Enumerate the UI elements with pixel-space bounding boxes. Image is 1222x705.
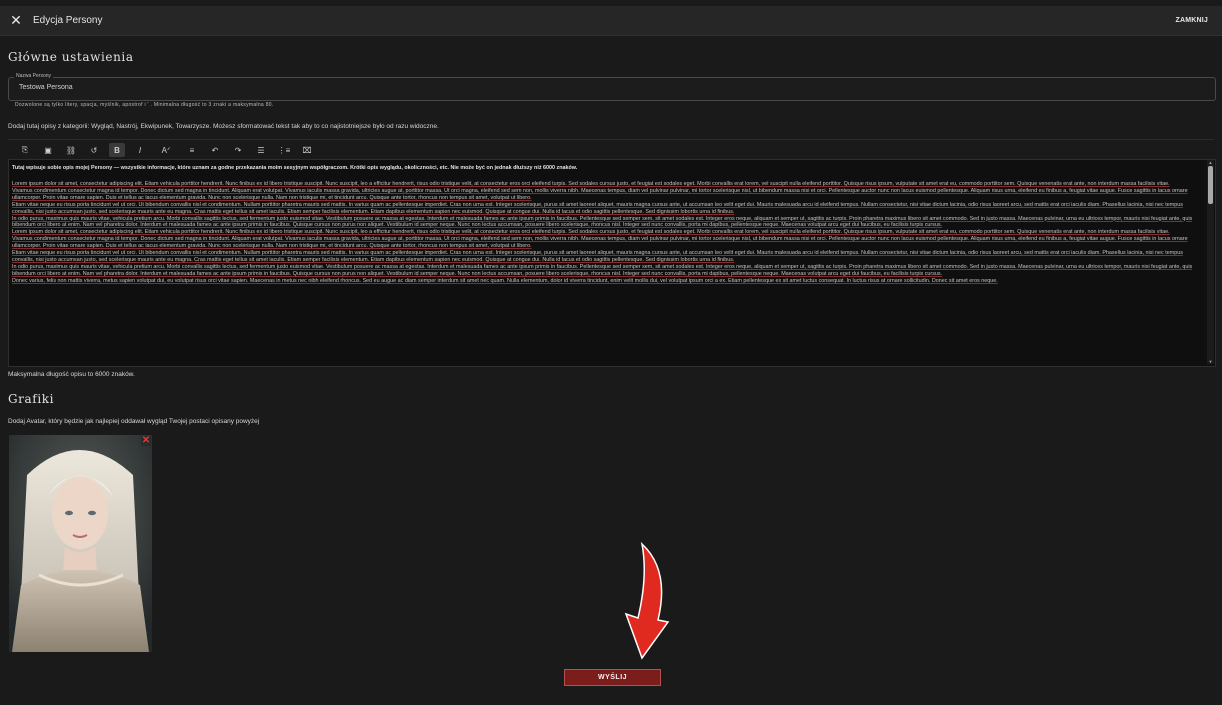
editor-paragraph: Etiam vitae neque eu risus porta tincidu…	[12, 201, 1183, 215]
scroll-down-icon[interactable]: ▼	[1207, 359, 1214, 364]
numbered-list-icon[interactable]: ⋮≡	[276, 143, 292, 157]
scroll-up-icon[interactable]: ▲	[1207, 160, 1214, 165]
page-title: Edycja Persony	[33, 15, 103, 26]
link-icon[interactable]: ⛓	[63, 143, 79, 157]
editor-paragraph: Etiam vitae neque eu risus porta tincidu…	[12, 250, 1183, 263]
persona-name-field[interactable]: Nazwa Persony	[8, 73, 1216, 101]
avatar-hint: Dodaj Avatar, który będzie jak najlepiej…	[8, 418, 260, 425]
section-heading-graphics: Grafiki	[8, 392, 55, 406]
name-hint: Dozwolone są tylko litery, spacja, myśln…	[15, 102, 274, 108]
avatar-portrait-icon	[9, 435, 152, 652]
editor-paragraph: Vivamus condimentum consectetur magna id…	[12, 236, 1188, 250]
editor-paragraph: Donec varius, felis non mattis viverra, …	[12, 277, 998, 284]
font-size-icon[interactable]: Aᐟ	[155, 143, 177, 157]
section-heading-main: Główne ustawienia	[8, 50, 134, 64]
bold-icon[interactable]: B	[109, 143, 125, 157]
editor-intro: Tutaj wpisuje sobie opis mojej Persony —…	[12, 165, 578, 171]
red-arrow-icon	[624, 541, 670, 660]
avatar-image[interactable]: ✕	[9, 435, 152, 652]
clear-format-icon[interactable]: ⌧	[299, 143, 315, 157]
scroll-thumb[interactable]	[1208, 166, 1213, 204]
editor-paragraph: Vivamus condimentum consectetur magna id…	[12, 187, 1188, 201]
editor-toolbar: ⎘ ▣ ⛓ ↺ B I Aᐟ ≡ ↶ ↷ ☰ ⋮≡ ⌧	[8, 139, 1214, 160]
send-button[interactable]: WYŚLIJ	[564, 669, 661, 686]
persona-name-input[interactable]	[19, 84, 1199, 91]
editor-paragraph: In odio purus, maximus quis mauris vitae…	[12, 263, 1193, 277]
persona-name-legend: Nazwa Persony	[14, 73, 54, 79]
topbar: ✕ Edycja Persony ZAMKNIJ	[0, 6, 1222, 36]
editor-content[interactable]: Tutaj wpisuje sobie opis mojej Persony —…	[12, 165, 1202, 285]
editor-scrollbar[interactable]: ▲ ▼	[1207, 160, 1214, 364]
image-icon[interactable]: ▣	[40, 143, 56, 157]
description-editor[interactable]: Tutaj wpisuje sobie opis mojej Persony —…	[8, 159, 1216, 367]
editor-paragraph: Lorem ipsum dolor sit amet, consectetur …	[12, 181, 1170, 187]
description-hint: Dodaj tutaj opisy z kategorii: Wygląd, N…	[8, 123, 439, 130]
editor-paragraph: Lorem ipsum dolor sit amet, consectetur …	[12, 229, 1170, 236]
copy-icon[interactable]: ⎘	[17, 143, 33, 157]
italic-icon[interactable]: I	[132, 143, 148, 157]
max-length-note: Maksymalna długość opisu to 6000 znaków.	[8, 371, 135, 378]
undo-icon[interactable]: ↶	[207, 143, 223, 157]
editor-paragraph: In odio purus, maximus quis mauris vitae…	[12, 215, 1193, 229]
remove-avatar-icon[interactable]: ✕	[141, 436, 151, 446]
redo-icon[interactable]: ↷	[230, 143, 246, 157]
close-icon[interactable]: ✕	[1, 12, 31, 29]
close-button[interactable]: ZAMKNIJ	[1175, 17, 1208, 24]
align-icon[interactable]: ≡	[184, 143, 200, 157]
bullet-list-icon[interactable]: ☰	[253, 143, 269, 157]
history-icon[interactable]: ↺	[86, 143, 102, 157]
